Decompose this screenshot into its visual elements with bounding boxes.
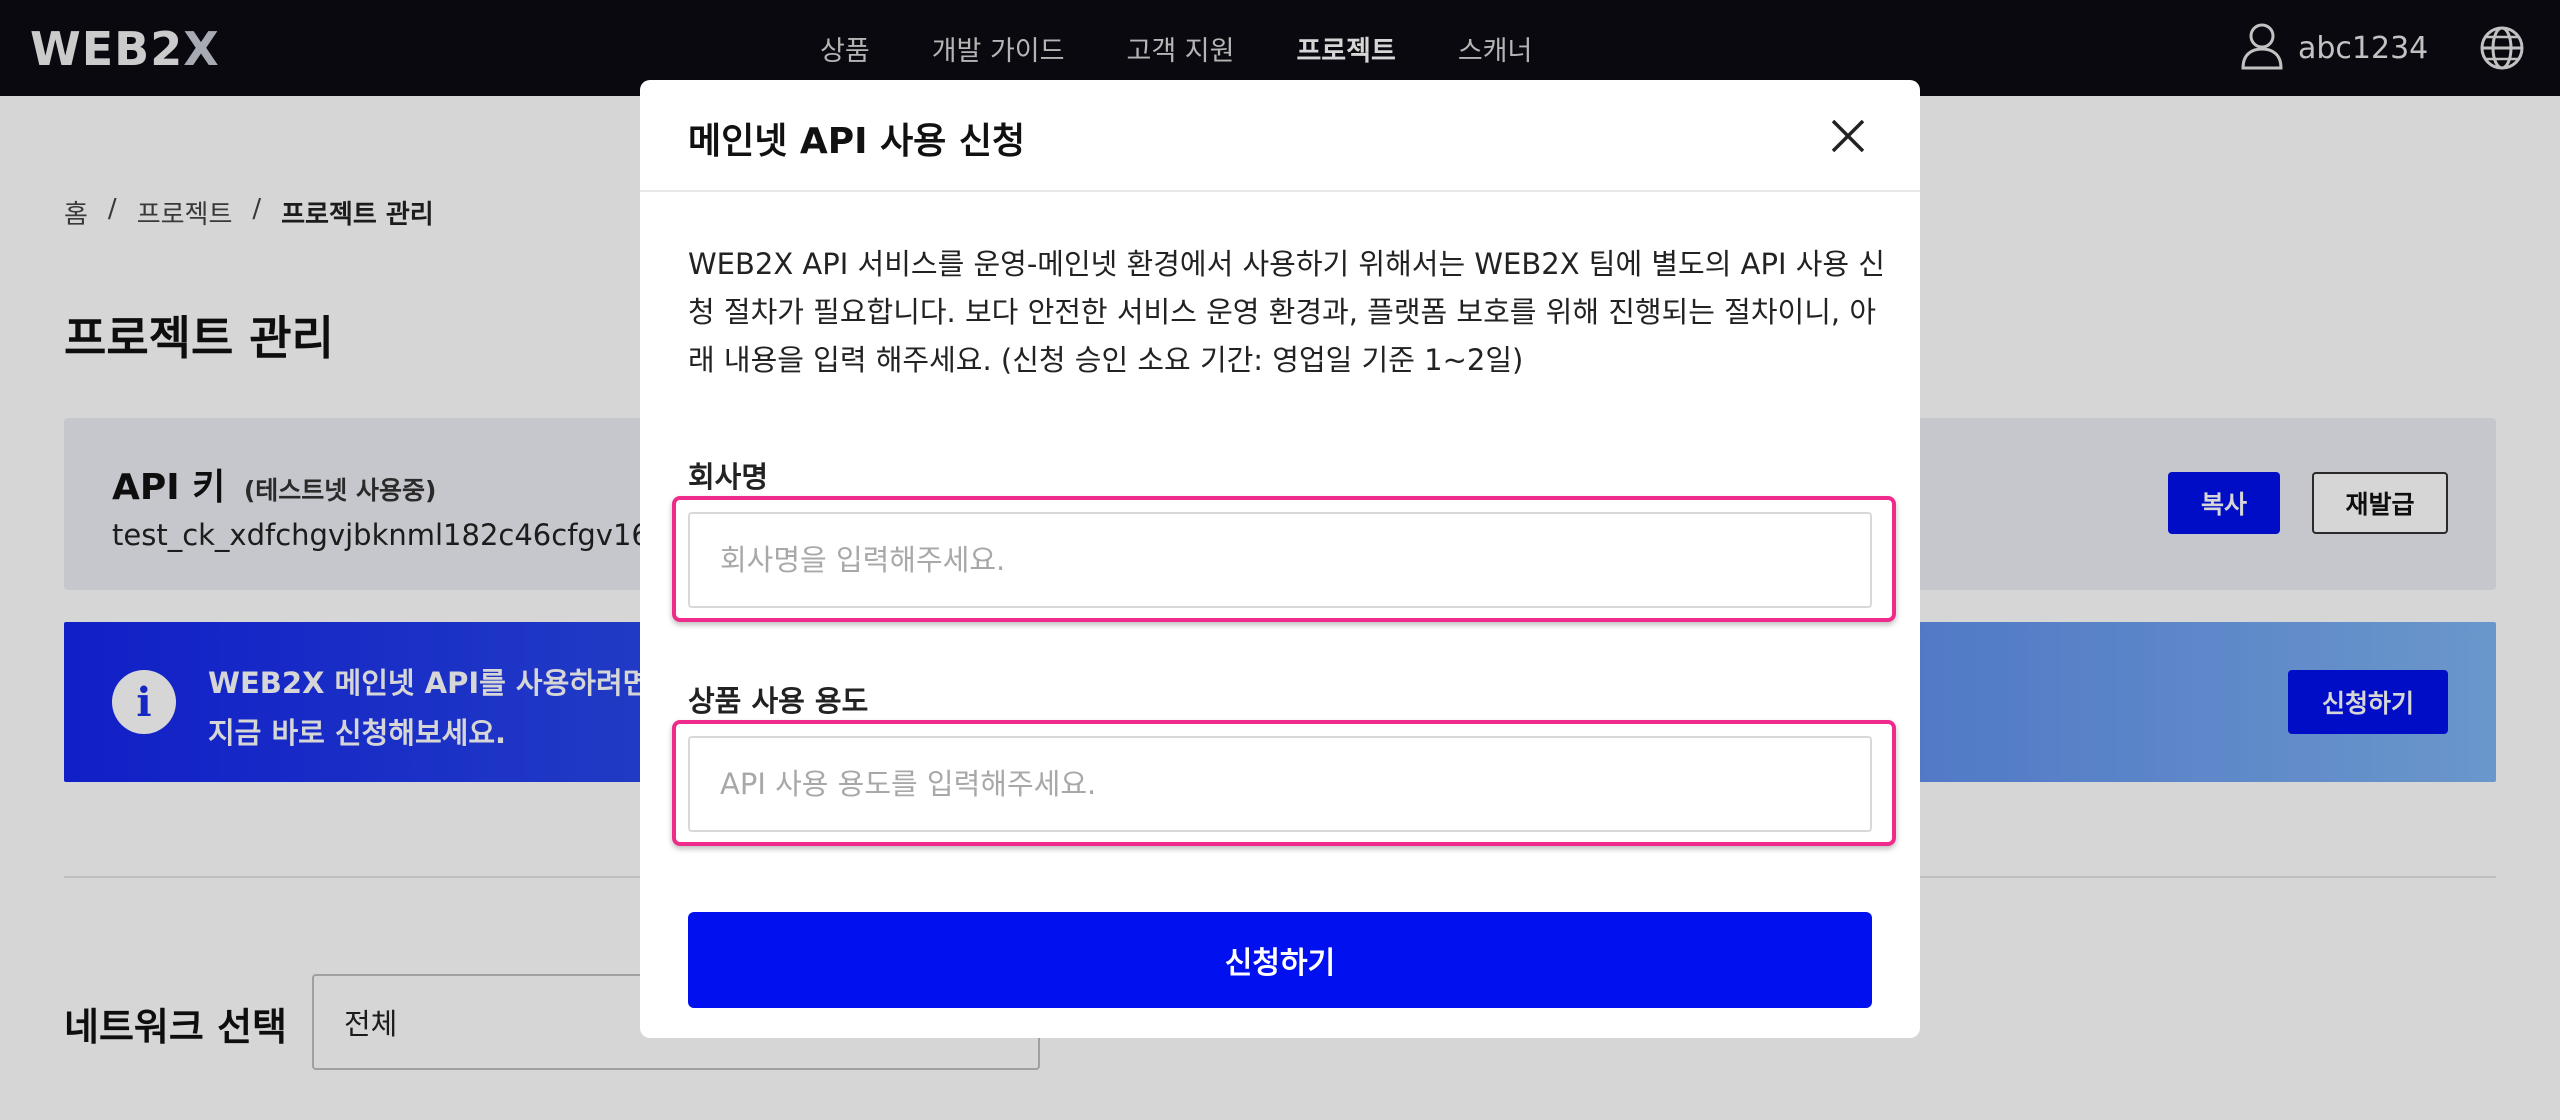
- company-label: 회사명: [688, 460, 769, 494]
- usage-input[interactable]: [688, 736, 1872, 832]
- modal-title: 메인넷 API 사용 신청: [688, 121, 1026, 162]
- mainnet-apply-modal: 메인넷 API 사용 신청 WEB2X API 서비스를 운영-메인넷 환경에서…: [640, 80, 1920, 1038]
- modal-description: WEB2X API 서비스를 운영-메인넷 환경에서 사용하기 위해서는 WEB…: [688, 247, 1885, 377]
- company-input[interactable]: [688, 512, 1872, 608]
- usage-label: 상품 사용 용도: [688, 684, 869, 718]
- modal-header: 메인넷 API 사용 신청: [640, 80, 1920, 192]
- apply-button[interactable]: 신청하기: [688, 912, 1872, 1008]
- close-icon[interactable]: [1824, 112, 1872, 160]
